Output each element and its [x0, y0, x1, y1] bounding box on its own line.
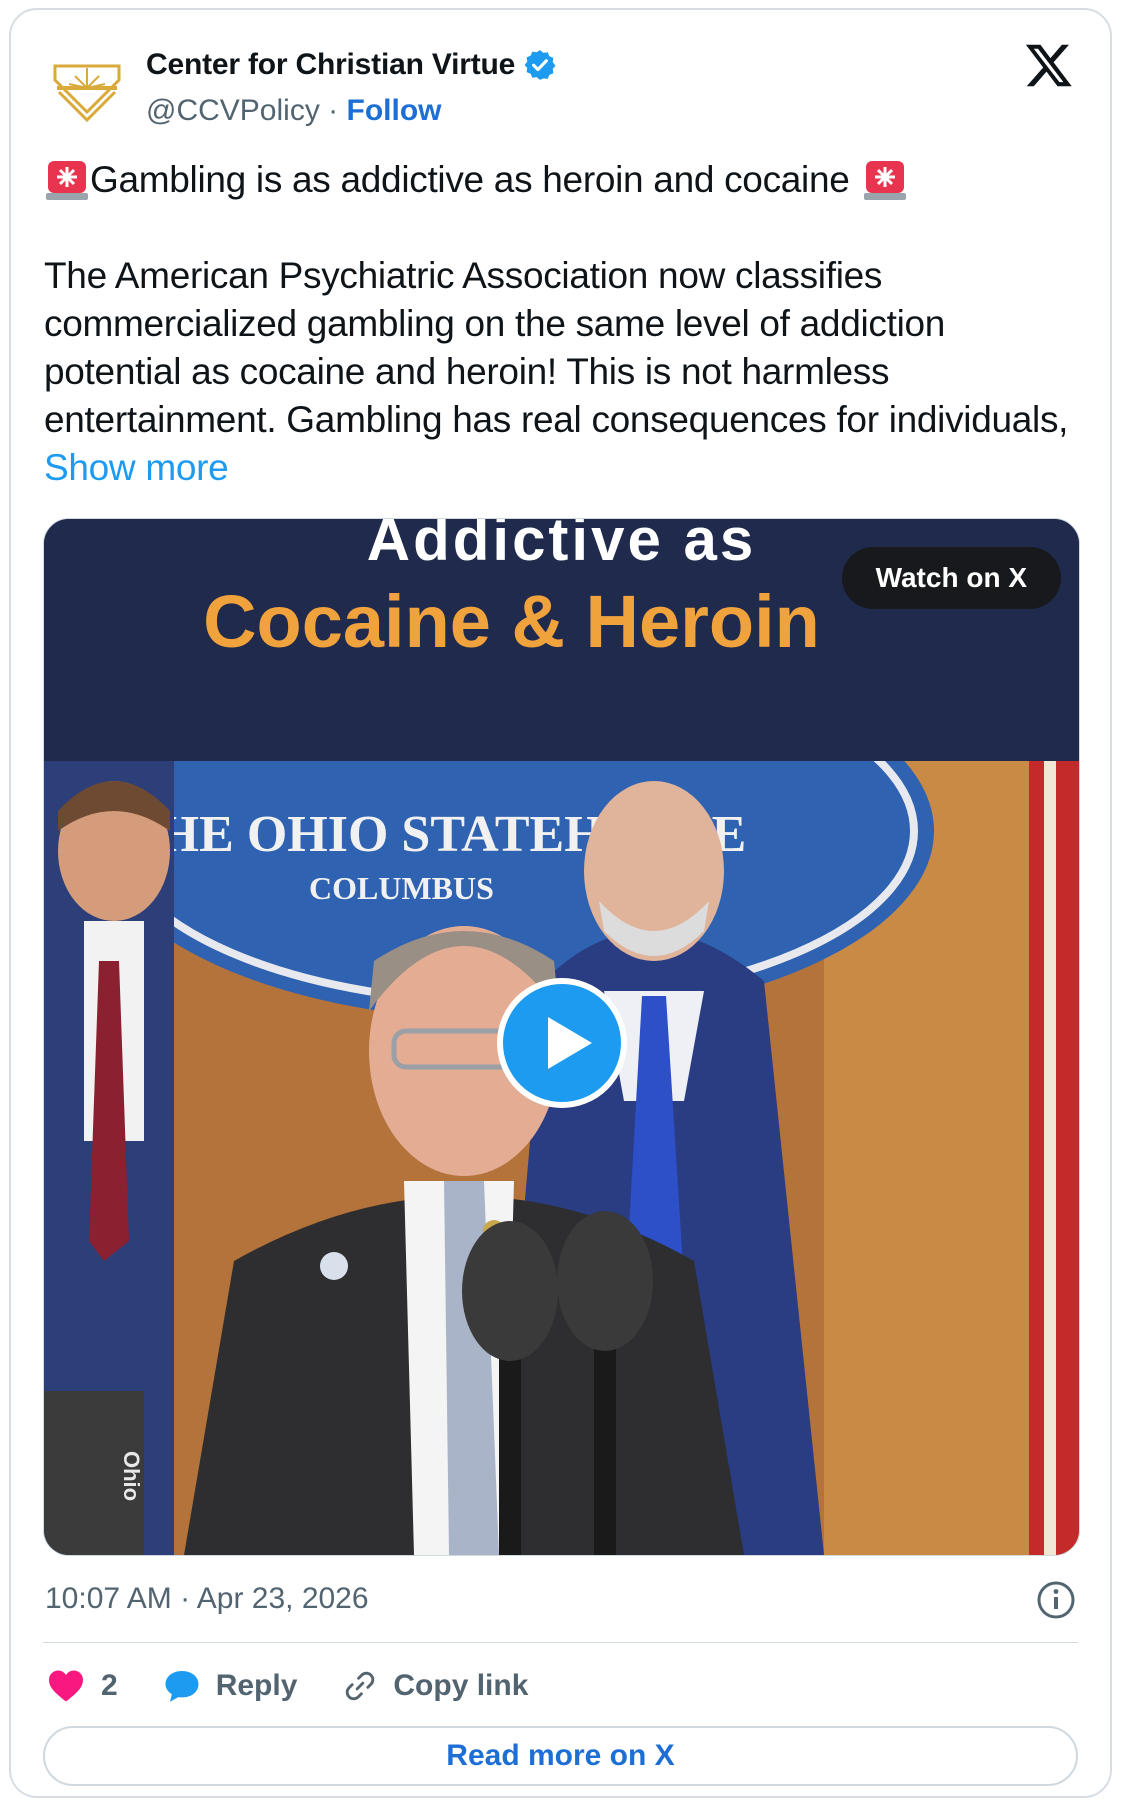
- read-more-button[interactable]: Read more on X: [43, 1726, 1078, 1786]
- show-more-link[interactable]: Show more: [44, 447, 229, 488]
- like-button[interactable]: 2: [47, 1669, 118, 1703]
- video-thumbnail-scene: THE OHIO STATEHOUSE COLUMBUS Ohio: [44, 761, 1079, 1555]
- video-title-banner: Addictive as Cocaine & Heroin Watch on X: [44, 519, 1079, 761]
- action-bar: 2 Reply Copy link: [47, 1662, 574, 1710]
- siren-emoji-icon: [46, 161, 88, 200]
- seal-line2: COLUMBUS: [309, 870, 494, 906]
- svg-text:COLUMBUS: COLUMBUS: [309, 870, 494, 906]
- podium-text: Ohio: [119, 1451, 144, 1501]
- reply-bubble-icon: [165, 1671, 199, 1702]
- account-name[interactable]: Center for Christian Virtue: [146, 48, 515, 82]
- reply-button[interactable]: Reply: [164, 1669, 298, 1703]
- follow-button[interactable]: Follow: [347, 94, 442, 127]
- copy-link-label: Copy link: [393, 1669, 529, 1702]
- tweet-text: Gambling is as addictive as heroin and c…: [44, 156, 1074, 492]
- like-count: 2: [101, 1669, 118, 1702]
- tweet-body-paragraph: The American Psychiatric Association now…: [44, 252, 1074, 492]
- x-logo-icon[interactable]: [1024, 40, 1074, 90]
- copy-link-button[interactable]: Copy link: [343, 1669, 528, 1703]
- verified-badge-icon: [524, 50, 556, 80]
- link-icon: [346, 1671, 375, 1701]
- tweet-timestamp[interactable]: 10:07 AM · Apr 23, 2026: [45, 1582, 1080, 1616]
- name-row: Center for Christian Virtue: [146, 48, 557, 82]
- watch-on-x-button[interactable]: Watch on X: [841, 547, 1061, 609]
- ccv-logo-avatar[interactable]: [47, 50, 127, 130]
- handle-row: @CCVPolicy · Follow: [146, 94, 441, 128]
- reply-label: Reply: [215, 1669, 298, 1702]
- tweet-headline: Gambling is as addictive as heroin and c…: [90, 159, 850, 200]
- tweet-card: Center for Christian Virtue @CCVPolicy ·…: [9, 8, 1112, 1798]
- video-media[interactable]: Addictive as Cocaine & Heroin Watch on X…: [43, 518, 1080, 1556]
- heart-icon: [49, 1670, 83, 1702]
- tweet-body: The American Psychiatric Association now…: [44, 255, 1069, 440]
- play-button-icon[interactable]: [496, 977, 628, 1109]
- tweet-header: Center for Christian Virtue @CCVPolicy ·…: [11, 10, 1110, 130]
- account-handle[interactable]: @CCVPolicy: [146, 94, 320, 127]
- svg-text:Ohio: Ohio: [119, 1451, 144, 1501]
- tweet-headline-line: Gambling is as addictive as heroin and c…: [44, 156, 1074, 204]
- info-icon[interactable]: [1036, 1580, 1076, 1620]
- handle-separator: ·: [319, 94, 347, 127]
- divider: [43, 1642, 1078, 1643]
- siren-emoji-icon: [863, 161, 906, 200]
